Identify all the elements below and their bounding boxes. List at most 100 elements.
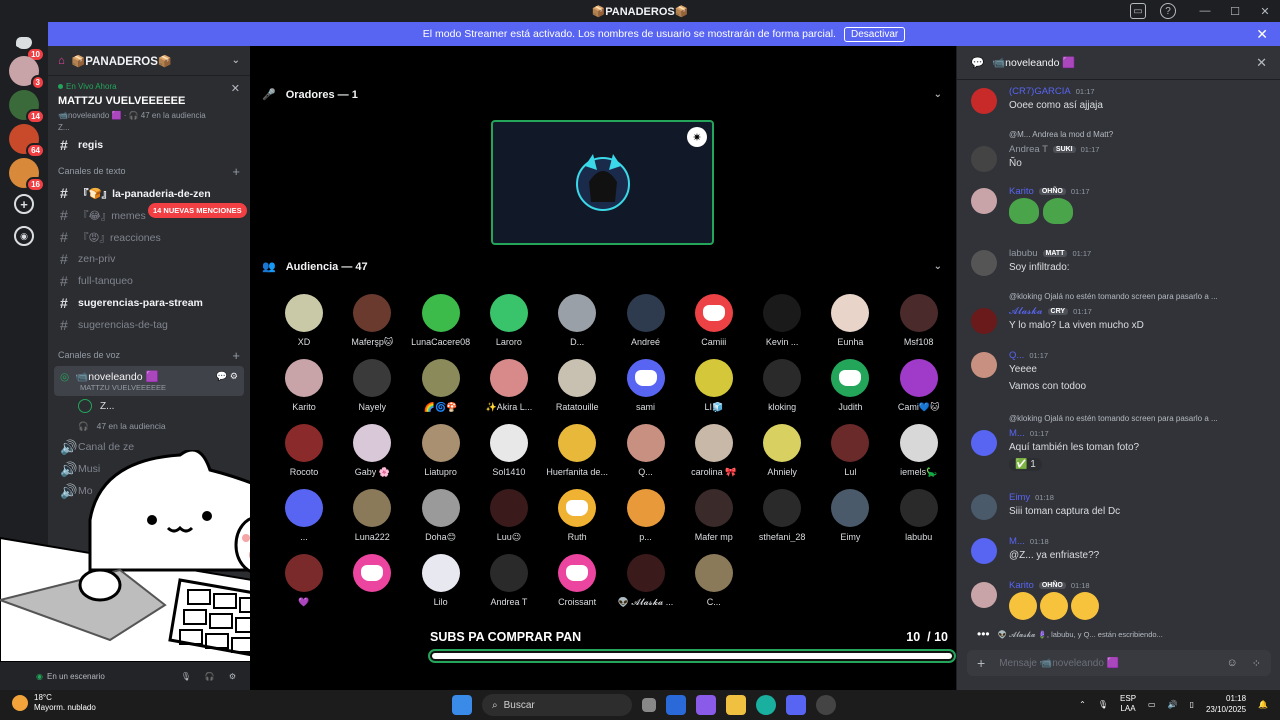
battery-icon[interactable]: ▯ <box>1190 700 1194 709</box>
audience-member[interactable]: Luu😉 <box>475 489 543 543</box>
channel-item[interactable]: # sugerencias-de-tag <box>48 314 250 336</box>
audience-member[interactable]: carolina 🎀 <box>680 424 748 478</box>
audience-member[interactable]: Maferşp🐱 <box>338 294 406 348</box>
language[interactable]: ESP <box>1120 694 1136 704</box>
add-attachment-icon[interactable]: + <box>977 655 985 671</box>
voice-channels-category[interactable]: Canales de voz + <box>48 344 250 366</box>
reply-preview[interactable]: @kloking Ojalá no estén tomando screen p… <box>1009 414 1218 423</box>
audience-member[interactable]: Andrea T <box>475 554 543 607</box>
audience-member[interactable]: Andreé <box>612 294 680 347</box>
audience-member[interactable]: Nayely <box>338 359 406 412</box>
author-avatar[interactable] <box>971 188 997 214</box>
taskbar-search[interactable]: ⌕ Buscar <box>482 694 632 716</box>
author-avatar[interactable] <box>971 352 997 378</box>
text-channels-category[interactable]: Canales de texto + <box>48 160 250 182</box>
author-avatar[interactable] <box>971 250 997 276</box>
channel-regis[interactable]: # regis <box>48 134 250 156</box>
audience-member[interactable]: LunaCacere08 <box>407 294 475 347</box>
audience-member[interactable]: D... <box>543 294 611 347</box>
audience-member[interactable]: Msf108 <box>885 294 953 347</box>
channel-item[interactable]: # full-tanqueo <box>48 270 250 292</box>
author-name[interactable]: 𝓐𝓵𝓪𝓼𝓴𝓪 <box>1009 306 1043 317</box>
clock-time[interactable]: 01:18 <box>1206 693 1246 704</box>
tray-chevron-icon[interactable]: ⌃ <box>1079 700 1086 709</box>
author-avatar[interactable] <box>971 494 997 520</box>
author-name[interactable]: Eimy <box>1009 492 1030 503</box>
weather-widget[interactable]: 18°C Mayorm. nublado <box>12 693 96 713</box>
channel-item[interactable]: # sugerencias-para-stream <box>48 292 250 314</box>
author-avatar[interactable] <box>971 88 997 114</box>
headphones-icon[interactable]: 🎧 <box>205 672 215 681</box>
audience-member[interactable]: Gaby 🌸 <box>338 424 406 478</box>
maximize-button[interactable]: ☐ <box>1220 0 1250 22</box>
audience-member[interactable]: Judith <box>816 359 884 412</box>
audience-header[interactable]: 👥 Audiencia — 47 ⌄ <box>262 260 942 274</box>
task-view-icon[interactable] <box>642 698 656 712</box>
audience-member[interactable]: ... <box>270 489 338 542</box>
author-name[interactable]: Q... <box>1009 350 1024 361</box>
author-name[interactable]: labubu <box>1009 248 1038 259</box>
author-name[interactable]: Andrea T <box>1009 144 1048 155</box>
audience-member[interactable] <box>338 554 406 597</box>
close-banner-icon[interactable]: ✕ <box>1256 26 1268 43</box>
reply-preview[interactable]: @M... Andrea la mod d Matt? <box>1009 130 1113 139</box>
audience-member[interactable]: Mafer mp <box>680 489 748 542</box>
author-name[interactable]: Karito <box>1009 186 1034 197</box>
notifications-bell-icon[interactable]: 🔔 <box>1258 700 1268 709</box>
author-name[interactable]: M... <box>1009 428 1025 439</box>
settings-gear-icon[interactable]: ⚙ <box>229 672 236 681</box>
author-name[interactable]: Karito <box>1009 580 1034 591</box>
volume-icon[interactable]: 🔊 <box>1168 700 1178 709</box>
edge-icon[interactable] <box>756 695 776 715</box>
audience-member[interactable]: Q... <box>612 424 680 477</box>
voice-controls-icon[interactable]: 💬 ⚙ <box>216 371 238 382</box>
channel-item[interactable]: # zen-priv <box>48 248 250 270</box>
audience-member[interactable]: Liatupro <box>407 424 475 477</box>
voice-user[interactable]: Z... <box>48 396 250 416</box>
channel-item[interactable]: # 『😂』memes <box>48 204 250 226</box>
audience-member[interactable]: Lilo <box>407 554 475 607</box>
author-avatar[interactable] <box>971 538 997 564</box>
add-channel-icon[interactable]: + <box>232 164 240 179</box>
audience-count[interactable]: 🎧 47 en la audiencia <box>48 416 250 436</box>
reaction-chip[interactable]: ✅ 1 <box>1009 458 1042 471</box>
chat-input[interactable]: + Mensaje 📹noveleando 🟪 ☺ ⁘ <box>967 650 1271 676</box>
mic-icon[interactable]: 🎙 <box>181 672 191 681</box>
audience-member[interactable]: sthefani_28 <box>748 489 816 542</box>
server-icon[interactable]: 14 <box>9 90 45 124</box>
audience-member[interactable]: Rocoto <box>270 424 338 477</box>
live-now-card[interactable]: En Vivo Ahora MATTZU VUELVEEEEEE 📹novele… <box>48 76 250 138</box>
obs-icon[interactable] <box>816 695 836 715</box>
audience-member[interactable]: 💜 <box>270 554 338 608</box>
audience-member[interactable]: Kevin ... <box>748 294 816 347</box>
explore-servers-icon[interactable]: ◉ <box>14 226 34 246</box>
audience-member[interactable]: 👽 𝓐𝓵𝓪𝓼𝓴𝓪 ... <box>612 554 680 608</box>
server-icon[interactable]: 16 <box>9 158 45 192</box>
audience-member[interactable]: LI🧊 <box>680 359 748 413</box>
windows-start-icon[interactable] <box>452 695 472 715</box>
reply-preview[interactable]: @kloking Ojalá no estén tomando screen p… <box>1009 292 1218 301</box>
audience-member[interactable]: Eunha <box>816 294 884 347</box>
audience-member[interactable]: Huerfanita de... <box>543 424 611 477</box>
audience-member[interactable]: ✨Akira L... <box>475 359 543 413</box>
close-chat-icon[interactable]: ✕ <box>1256 55 1267 71</box>
audience-member[interactable]: XD <box>270 294 338 347</box>
emoji-icon[interactable]: ☺ <box>1227 657 1238 669</box>
network-icon[interactable]: ▭ <box>1148 700 1156 709</box>
speakers-header[interactable]: 🎤 Oradores — 1 ⌄ <box>262 88 942 102</box>
minimize-button[interactable]: — <box>1190 0 1220 22</box>
voice-channel-active[interactable]: ◎ 📹noveleando 🟪 💬 ⚙ MATTZU VUELVEEEEEE <box>54 366 244 396</box>
author-name[interactable]: M... <box>1009 536 1025 547</box>
audience-member[interactable]: Doha😊 <box>407 489 475 543</box>
channel-item[interactable]: # 『🍞』la-panaderia-de-zen <box>48 182 250 204</box>
audience-member[interactable]: Croissant <box>543 554 611 607</box>
dm-avatar[interactable]: 3 <box>9 56 45 90</box>
channel-item[interactable]: # 『😡』reacciones <box>48 226 250 248</box>
audience-member[interactable]: labubu <box>885 489 953 542</box>
audience-member[interactable]: iemels🦕 <box>885 424 953 478</box>
author-avatar[interactable] <box>971 582 997 608</box>
author-name[interactable]: (CR7)GARCIA <box>1009 86 1071 97</box>
audience-member[interactable]: Ahniely <box>748 424 816 477</box>
file-explorer-icon[interactable] <box>726 695 746 715</box>
close-icon[interactable]: ✕ <box>231 82 240 95</box>
